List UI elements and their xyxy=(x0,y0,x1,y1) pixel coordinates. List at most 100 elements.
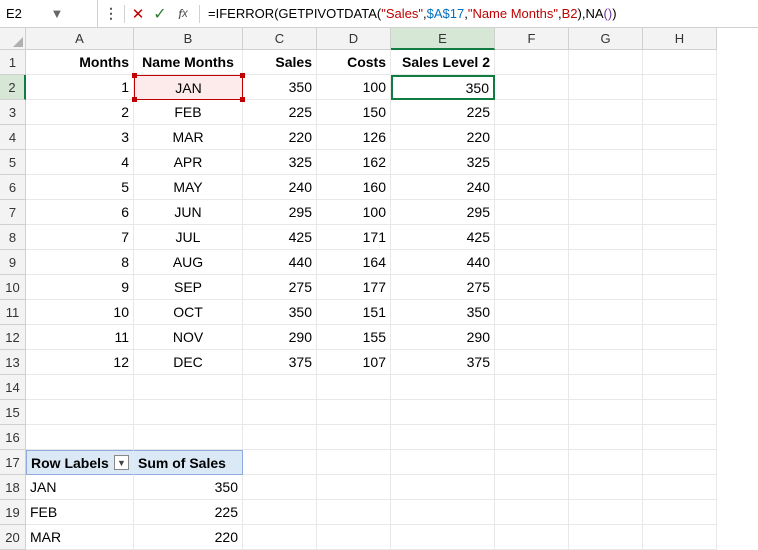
cell[interactable]: 290 xyxy=(391,325,495,350)
cell[interactable] xyxy=(134,375,243,400)
cell[interactable] xyxy=(134,425,243,450)
cell[interactable]: 162 xyxy=(317,150,391,175)
cell[interactable]: JUN xyxy=(134,200,243,225)
cell[interactable] xyxy=(495,75,569,100)
cell[interactable]: OCT xyxy=(134,300,243,325)
row-header-17[interactable]: 17 xyxy=(0,450,26,475)
cell[interactable] xyxy=(495,300,569,325)
row-header-5[interactable]: 5 xyxy=(0,150,26,175)
cells-area[interactable]: MonthsName MonthsSalesCostsSales Level 2… xyxy=(26,50,717,550)
cell[interactable] xyxy=(569,325,643,350)
pivot-row-value[interactable]: 225 xyxy=(134,500,243,525)
cell[interactable] xyxy=(243,525,317,550)
cell[interactable] xyxy=(243,425,317,450)
cell[interactable] xyxy=(569,500,643,525)
row-header-2[interactable]: 2 xyxy=(0,75,26,100)
cell[interactable] xyxy=(643,375,717,400)
column-header-C[interactable]: C xyxy=(243,28,317,50)
cell[interactable] xyxy=(243,450,317,475)
row-header-9[interactable]: 9 xyxy=(0,250,26,275)
header-cell-G[interactable] xyxy=(569,50,643,75)
cell[interactable]: 177 xyxy=(317,275,391,300)
cell[interactable] xyxy=(569,100,643,125)
cell[interactable]: 4 xyxy=(26,150,134,175)
column-header-F[interactable]: F xyxy=(495,28,569,50)
row-header-3[interactable]: 3 xyxy=(0,100,26,125)
cell[interactable] xyxy=(569,450,643,475)
pivot-row-labels-header[interactable]: Row Labels▼ xyxy=(26,450,134,475)
cell[interactable]: 425 xyxy=(243,225,317,250)
row-header-19[interactable]: 19 xyxy=(0,500,26,525)
cell[interactable] xyxy=(569,525,643,550)
cell[interactable] xyxy=(643,525,717,550)
chevron-down-icon[interactable]: ▼ xyxy=(51,6,92,21)
cell[interactable] xyxy=(317,425,391,450)
row-header-4[interactable]: 4 xyxy=(0,125,26,150)
cell[interactable]: 9 xyxy=(26,275,134,300)
cell[interactable] xyxy=(643,150,717,175)
cell[interactable]: 171 xyxy=(317,225,391,250)
cell[interactable] xyxy=(643,500,717,525)
cell[interactable] xyxy=(317,525,391,550)
cell[interactable] xyxy=(495,200,569,225)
cell[interactable]: APR xyxy=(134,150,243,175)
cell[interactable] xyxy=(134,400,243,425)
cell[interactable]: 290 xyxy=(243,325,317,350)
header-cell-B[interactable]: Name Months xyxy=(134,50,243,75)
cell[interactable] xyxy=(26,425,134,450)
cell[interactable] xyxy=(495,275,569,300)
cell[interactable] xyxy=(569,75,643,100)
fx-icon[interactable]: fx xyxy=(171,2,195,26)
cell[interactable]: AUG xyxy=(134,250,243,275)
filter-dropdown-icon[interactable]: ▼ xyxy=(114,455,129,470)
cell[interactable] xyxy=(643,450,717,475)
row-header-6[interactable]: 6 xyxy=(0,175,26,200)
cell[interactable]: 155 xyxy=(317,325,391,350)
cell[interactable] xyxy=(243,500,317,525)
more-icon[interactable]: ⋮ xyxy=(100,3,122,25)
cell[interactable]: 225 xyxy=(391,100,495,125)
pivot-row-label[interactable]: JAN xyxy=(26,475,134,500)
cell[interactable]: 6 xyxy=(26,200,134,225)
cell[interactable] xyxy=(391,425,495,450)
cell[interactable] xyxy=(495,325,569,350)
cell[interactable] xyxy=(495,350,569,375)
cell[interactable] xyxy=(643,75,717,100)
cell[interactable]: 100 xyxy=(317,75,391,100)
cell[interactable] xyxy=(495,100,569,125)
cell[interactable] xyxy=(317,475,391,500)
cell[interactable]: 240 xyxy=(391,175,495,200)
cell[interactable] xyxy=(569,300,643,325)
cell[interactable] xyxy=(569,475,643,500)
cell[interactable] xyxy=(495,150,569,175)
cell[interactable]: 107 xyxy=(317,350,391,375)
cell[interactable]: 220 xyxy=(243,125,317,150)
cell[interactable]: 375 xyxy=(243,350,317,375)
cell[interactable] xyxy=(495,250,569,275)
cell[interactable] xyxy=(643,350,717,375)
row-header-11[interactable]: 11 xyxy=(0,300,26,325)
cell[interactable] xyxy=(243,375,317,400)
cell[interactable] xyxy=(643,125,717,150)
cell[interactable]: 151 xyxy=(317,300,391,325)
cell[interactable]: MAR xyxy=(134,125,243,150)
cancel-icon[interactable]: ✕ xyxy=(127,3,149,25)
cell[interactable] xyxy=(643,300,717,325)
cell[interactable] xyxy=(569,200,643,225)
cell[interactable] xyxy=(569,400,643,425)
header-cell-A[interactable]: Months xyxy=(26,50,134,75)
name-box[interactable]: E2 ▼ xyxy=(0,0,98,27)
cell[interactable] xyxy=(317,375,391,400)
cell[interactable] xyxy=(495,475,569,500)
cell[interactable]: 160 xyxy=(317,175,391,200)
cell[interactable] xyxy=(569,350,643,375)
cell[interactable] xyxy=(391,475,495,500)
cell[interactable] xyxy=(26,400,134,425)
cell[interactable] xyxy=(495,400,569,425)
cell[interactable] xyxy=(495,225,569,250)
row-header-15[interactable]: 15 xyxy=(0,400,26,425)
cell[interactable] xyxy=(569,150,643,175)
cell[interactable] xyxy=(243,475,317,500)
column-header-H[interactable]: H xyxy=(643,28,717,50)
cell[interactable]: 350 xyxy=(243,300,317,325)
